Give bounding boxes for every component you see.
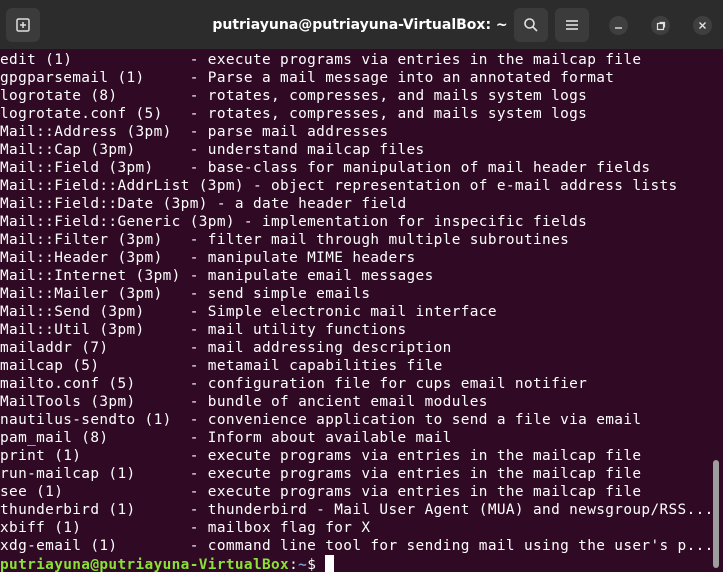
output-line: mailaddr (7) - mail addressing descripti… <box>0 340 452 356</box>
output-line: Mail::Address (3pm) - parse mail address… <box>0 124 389 140</box>
search-button[interactable] <box>514 8 548 42</box>
menu-button[interactable] <box>555 8 589 42</box>
output-line: xdg-email (1) - command line tool for se… <box>0 538 713 554</box>
output-line: xbiff (1) - mailbox flag for X <box>0 520 371 536</box>
new-tab-button[interactable] <box>6 8 40 42</box>
minimize-button[interactable] <box>609 16 628 35</box>
output-line: nautilus-sendto (1) - convenience applic… <box>0 412 642 428</box>
output-line: Mail::Cap (3pm) - understand mailcap fil… <box>0 142 425 158</box>
output-line: Mail::Send (3pm) - Simple electronic mai… <box>0 304 497 320</box>
close-icon <box>699 22 706 29</box>
output-line: Mail::Util (3pm) - mail utility function… <box>0 322 407 338</box>
new-tab-icon <box>16 18 30 32</box>
output-line: edit (1) - execute programs via entries … <box>0 52 642 68</box>
output-line: Mail::Mailer (3pm) - send simple emails <box>0 286 371 302</box>
prompt-separator: : <box>289 557 299 572</box>
minimize-icon <box>615 27 622 29</box>
prompt-symbol: $ <box>307 557 317 572</box>
output-line: Mail::Internet (3pm) - manipulate email … <box>0 268 434 284</box>
output-line: thunderbird (1) - thunderbird - Mail Use… <box>0 502 713 518</box>
output-line: gpgparsemail (1) - Parse a mail message … <box>0 70 615 86</box>
maximize-icon <box>656 21 665 30</box>
window-title: putriayuna@putriayuna-VirtualBox: ~ <box>212 17 508 33</box>
terminal-window: putriayuna@putriayuna-VirtualBox: ~ edit… <box>0 0 723 572</box>
output-line: Mail::Filter (3pm) - filter mail through… <box>0 232 570 248</box>
maximize-button[interactable] <box>651 16 670 35</box>
title-bar: putriayuna@putriayuna-VirtualBox: ~ <box>0 0 723 50</box>
prompt-path: ~ <box>298 557 308 572</box>
output-line: MailTools (3pm) - bundle of ancient emai… <box>0 394 488 410</box>
close-button[interactable] <box>693 16 712 35</box>
output-line: Mail::Field::AddrList (3pm) - object rep… <box>0 178 678 194</box>
output-line: logrotate.conf (5) - rotates, compresses… <box>0 106 588 122</box>
output-line: Mail::Field::Date (3pm) - a date header … <box>0 196 407 212</box>
output-line: Mail::Field::Generic (3pm) - implementat… <box>0 214 588 230</box>
text-cursor <box>325 555 335 572</box>
output-line: Mail::Header (3pm) - manipulate MIME hea… <box>0 250 416 266</box>
output-line: mailto.conf (5) - configuration file for… <box>0 376 588 392</box>
hamburger-menu-icon <box>566 20 578 30</box>
output-line: see (1) - execute programs via entries i… <box>0 484 642 500</box>
scrollbar-thumb[interactable] <box>713 460 719 568</box>
terminal-output[interactable]: edit (1) - execute programs via entries … <box>0 51 713 572</box>
prompt-user-host: putriayuna@putriayuna-VirtualBox <box>0 557 290 572</box>
output-line: logrotate (8) - rotates, compresses, and… <box>0 88 588 104</box>
search-icon <box>524 18 538 32</box>
output-line: print (1) - execute programs via entries… <box>0 448 642 464</box>
output-line: pam_mail (8) - Inform about available ma… <box>0 430 452 446</box>
output-line: mailcap (5) - metamail capabilities file <box>0 358 443 374</box>
prompt-line[interactable]: putriayuna@putriayuna-VirtualBox:~$ <box>0 555 335 572</box>
output-line: run-mailcap (1) - execute programs via e… <box>0 466 642 482</box>
output-line: Mail::Field (3pm) - base-class for manip… <box>0 160 651 176</box>
